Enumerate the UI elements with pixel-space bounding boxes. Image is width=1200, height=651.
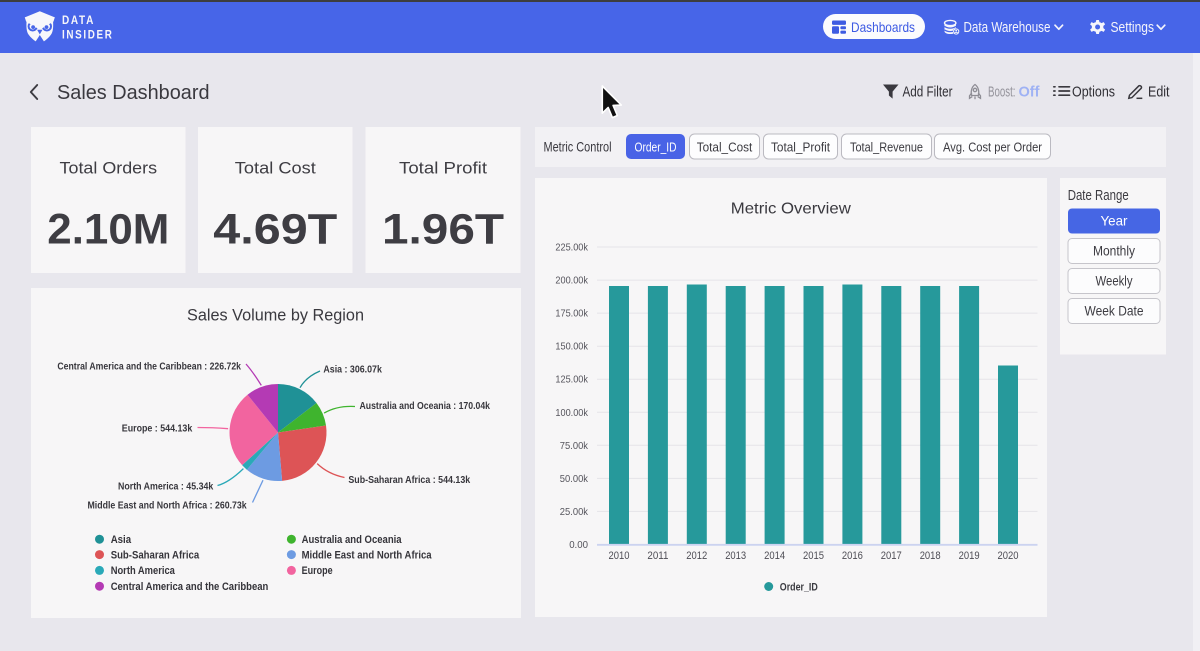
svg-text:Metric Overview: Metric Overview xyxy=(731,201,851,218)
svg-text:2017: 2017 xyxy=(881,550,902,562)
svg-text:Off: Off xyxy=(1019,84,1041,101)
svg-text:4.69T: 4.69T xyxy=(213,206,337,254)
svg-text:Sales Volume by Region: Sales Volume by Region xyxy=(187,306,364,325)
svg-text:2013: 2013 xyxy=(725,550,746,562)
svg-text:175.00k: 175.00k xyxy=(555,308,588,320)
svg-text:2020: 2020 xyxy=(998,550,1019,562)
svg-text:Date Range: Date Range xyxy=(1068,188,1129,204)
svg-text:Weekly: Weekly xyxy=(1096,273,1133,289)
svg-text:Data Warehouse: Data Warehouse xyxy=(964,20,1051,36)
svg-text:2012: 2012 xyxy=(686,550,707,562)
svg-text:Metric Control: Metric Control xyxy=(544,139,612,155)
svg-text:25.00k: 25.00k xyxy=(560,506,589,518)
svg-text:2014: 2014 xyxy=(764,550,785,562)
svg-text:Middle East and North Africa: Middle East and North Africa xyxy=(302,549,433,561)
svg-text:100.00k: 100.00k xyxy=(555,407,588,419)
svg-text:Europe : 544.13k: Europe : 544.13k xyxy=(122,423,193,435)
svg-text:200.00k: 200.00k xyxy=(555,275,588,287)
svg-text:DATA: DATA xyxy=(62,13,95,27)
svg-text:Sub-Saharan Africa : 544.13k: Sub-Saharan Africa : 544.13k xyxy=(348,474,470,486)
svg-text:0.00: 0.00 xyxy=(569,539,588,551)
svg-text:Total Orders: Total Orders xyxy=(60,159,158,178)
svg-text:North America: North America xyxy=(111,565,176,577)
svg-text:Week Date: Week Date xyxy=(1085,303,1144,319)
svg-text:Asia : 306.07k: Asia : 306.07k xyxy=(323,364,382,376)
svg-text:2019: 2019 xyxy=(959,550,980,562)
svg-text:Options: Options xyxy=(1072,84,1115,101)
svg-text:Boost:: Boost: xyxy=(988,84,1016,101)
svg-text:225.00k: 225.00k xyxy=(555,242,588,254)
svg-text:75.00k: 75.00k xyxy=(560,440,589,452)
svg-text:Order_ID: Order_ID xyxy=(635,140,677,155)
svg-text:2018: 2018 xyxy=(920,550,941,562)
svg-text:50.00k: 50.00k xyxy=(560,473,589,485)
svg-text:Central America and the Caribb: Central America and the Caribbean xyxy=(111,581,269,593)
svg-text:1.96T: 1.96T xyxy=(382,206,504,254)
svg-text:Europe: Europe xyxy=(302,565,333,577)
svg-text:Total_Cost: Total_Cost xyxy=(697,140,753,155)
svg-text:Avg. Cost per Order: Avg. Cost per Order xyxy=(943,140,1043,155)
svg-text:125.00k: 125.00k xyxy=(555,374,588,386)
svg-text:Australia and Oceania: Australia and Oceania xyxy=(302,534,403,546)
svg-text:Total Profit: Total Profit xyxy=(399,159,487,178)
svg-text:2.10M: 2.10M xyxy=(47,206,169,254)
svg-text:Order_ID: Order_ID xyxy=(780,582,818,594)
svg-text:Sales Dashboard: Sales Dashboard xyxy=(57,81,210,104)
svg-text:Dashboards: Dashboards xyxy=(851,19,915,35)
svg-text:2016: 2016 xyxy=(842,550,863,562)
svg-text:150.00k: 150.00k xyxy=(555,341,588,353)
svg-text:2010: 2010 xyxy=(609,550,630,562)
svg-text:Total_Revenue: Total_Revenue xyxy=(850,140,923,155)
svg-text:INSIDER: INSIDER xyxy=(62,28,114,42)
svg-text:Total_Profit: Total_Profit xyxy=(771,140,830,155)
svg-text:Australia and Oceania : 170.04: Australia and Oceania : 170.04k xyxy=(360,400,491,412)
svg-text:Add Filter: Add Filter xyxy=(903,84,953,101)
svg-text:2015: 2015 xyxy=(803,550,824,562)
svg-text:Settings: Settings xyxy=(1111,20,1155,36)
svg-text:North America : 45.34k: North America : 45.34k xyxy=(118,481,213,493)
svg-text:2011: 2011 xyxy=(647,550,668,562)
svg-text:Year: Year xyxy=(1101,213,1128,229)
svg-text:Total Cost: Total Cost xyxy=(235,159,316,178)
svg-text:Monthly: Monthly xyxy=(1093,243,1135,259)
svg-text:Asia: Asia xyxy=(111,534,132,546)
svg-text:Central America and the Caribb: Central America and the Caribbean : 226.… xyxy=(57,361,241,373)
svg-text:Sub-Saharan Africa: Sub-Saharan Africa xyxy=(111,549,200,561)
svg-text:Edit: Edit xyxy=(1148,84,1170,101)
svg-text:Middle East and North Africa :: Middle East and North Africa : 260.73k xyxy=(88,500,247,512)
